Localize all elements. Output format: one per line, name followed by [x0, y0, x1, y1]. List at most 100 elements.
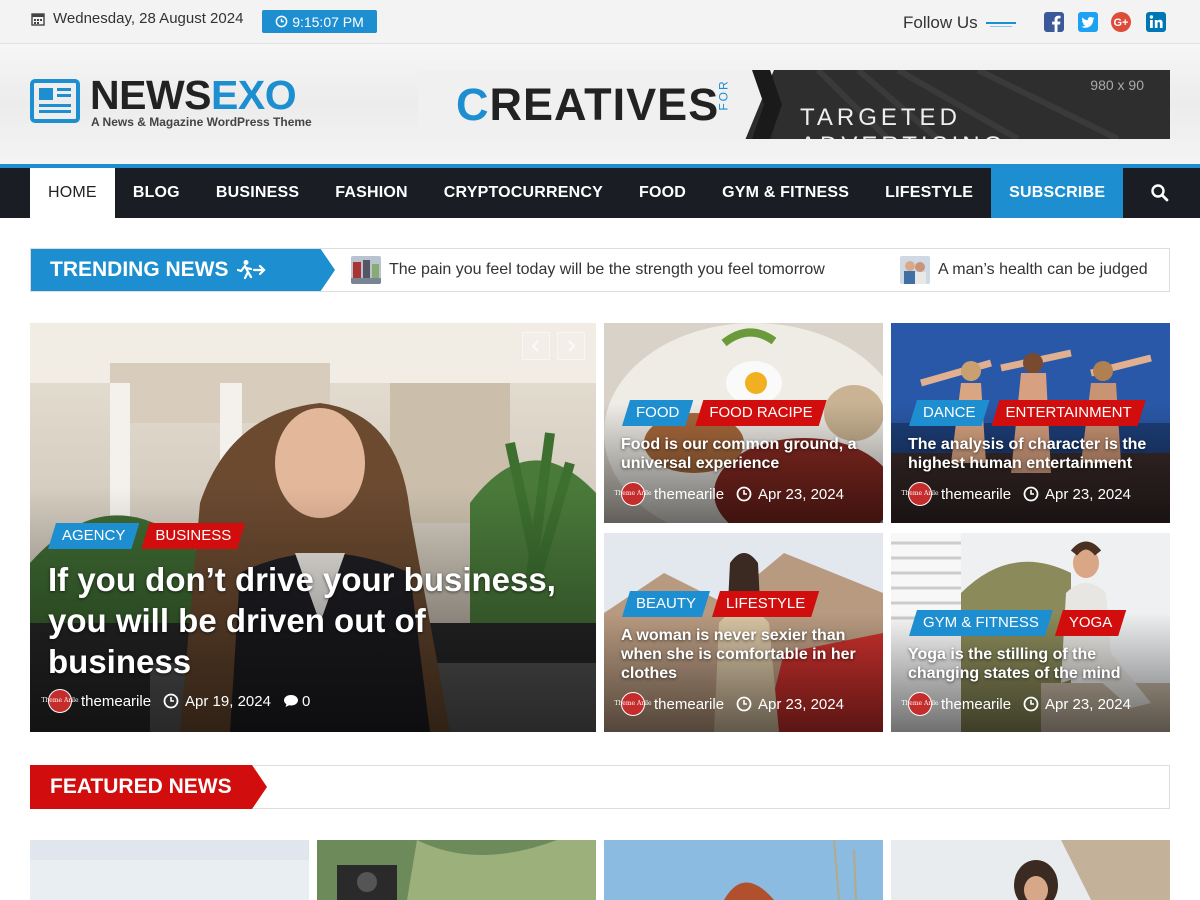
tag-yoga[interactable]: YOGA	[1055, 610, 1126, 636]
card-title[interactable]: Food is our common ground, a universal e…	[621, 435, 871, 473]
tag-dance[interactable]: DANCE	[909, 400, 990, 426]
author-name[interactable]: themearile	[941, 696, 1011, 713]
slider-prev-button[interactable]	[522, 332, 550, 360]
nav-fashion[interactable]: FASHION	[317, 168, 426, 218]
post-date: Apr 19, 2024	[185, 692, 271, 710]
chevron-left-icon	[531, 340, 539, 352]
ad-tagline: TARGETED ADVERTISING	[800, 104, 1002, 139]
tag-food[interactable]: FOOD	[622, 400, 693, 426]
featured-thumbnail[interactable]	[317, 840, 596, 900]
comment-icon	[283, 695, 298, 707]
newspaper-icon	[30, 79, 80, 123]
post-card-food[interactable]: FOOD FOOD RACIPE Food is our common grou…	[604, 323, 883, 523]
featured-thumbnail[interactable]	[30, 840, 309, 900]
facebook-icon[interactable]	[1043, 11, 1065, 33]
author-avatar[interactable]: Theme Arile	[41, 689, 79, 713]
trending-label: TRENDING NEWS	[31, 249, 335, 291]
card-title[interactable]: Yoga is the stilling of the changing sta…	[908, 645, 1158, 683]
post-date: Apr 23, 2024	[758, 485, 844, 503]
trending-item-text: A man’s health can be judged	[938, 261, 1148, 278]
top-bar: Wednesday, 28 August 2024 9:15:07 PM Fol…	[0, 0, 1200, 44]
clock-icon	[275, 15, 288, 28]
author-avatar[interactable]: Theme Arile	[901, 692, 939, 716]
clock-icon	[1023, 696, 1039, 712]
main-navigation: HOME BLOG BUSINESS FASHION CRYPTOCURRENC…	[0, 168, 1200, 218]
trending-ticker: TRENDING NEWS The pain you feel today wi…	[30, 248, 1170, 292]
author-name[interactable]: themearile	[654, 696, 724, 713]
nav-blog[interactable]: BLOG	[115, 168, 198, 218]
ad-headline: CREATIVES	[456, 79, 719, 131]
author-avatar[interactable]: Theme Arile	[614, 482, 652, 506]
trending-item-text: The pain you feel today will be the stre…	[389, 261, 825, 278]
card-meta: Theme Arile themearile Apr 23, 2024	[901, 482, 1131, 506]
nav-lifestyle[interactable]: LIFESTYLE	[867, 168, 991, 218]
current-time: 9:15:07 PM	[292, 13, 364, 30]
clock-icon	[1023, 486, 1039, 502]
logo-word-exo: EXO	[211, 72, 297, 118]
card-tags: BEAUTY LIFESTYLE	[622, 591, 821, 617]
nav-gym-fitness[interactable]: GYM & FITNESS	[704, 168, 867, 218]
tag-agency[interactable]: AGENCY	[48, 523, 139, 549]
card-meta: Theme Arile themearile Apr 23, 2024	[614, 692, 844, 716]
trending-item[interactable]: A man’s health can be judged	[900, 256, 1148, 284]
follow-us-label: Follow Us	[903, 13, 978, 32]
tag-food-racipe[interactable]: FOOD RACIPE	[695, 400, 826, 426]
nav-home[interactable]: HOME	[30, 168, 115, 218]
trending-thumbnail	[900, 256, 930, 284]
linkedin-icon[interactable]	[1145, 11, 1167, 33]
clock-icon	[163, 693, 179, 709]
card-tags: FOOD FOOD RACIPE	[622, 400, 829, 426]
post-date: Apr 23, 2024	[758, 695, 844, 713]
post-card-beauty[interactable]: BEAUTY LIFESTYLE A woman is never sexier…	[604, 533, 883, 732]
twitter-icon[interactable]	[1077, 11, 1099, 33]
card-meta: Theme Arile themearile Apr 23, 2024	[901, 692, 1131, 716]
header-advertisement[interactable]: CREATIVES FOR 980 x 90 TARGETED ADVERTIS…	[418, 70, 1170, 139]
post-card-yoga[interactable]: GYM & FITNESS YOGA Yoga is the stilling …	[891, 533, 1170, 732]
slider-next-button[interactable]	[557, 332, 585, 360]
nav-business[interactable]: BUSINESS	[198, 168, 317, 218]
svg-text:G+: G+	[1114, 17, 1129, 29]
featured-news-section: FEATURED NEWS	[30, 765, 1170, 809]
nav-food[interactable]: FOOD	[621, 168, 704, 218]
follow-divider	[986, 22, 1016, 27]
post-date: Apr 23, 2024	[1045, 695, 1131, 713]
author-name[interactable]: themearile	[81, 693, 151, 710]
card-title[interactable]: A woman is never sexier than when she is…	[621, 626, 871, 683]
featured-title: FEATURED NEWS	[50, 775, 232, 798]
chevron-right-icon	[568, 340, 576, 352]
card-tags: DANCE ENTERTAINMENT	[909, 400, 1148, 426]
post-card-dance[interactable]: DANCE ENTERTAINMENT The analysis of char…	[891, 323, 1170, 523]
date-display: Wednesday, 28 August 2024	[31, 10, 243, 27]
running-person-icon	[236, 260, 266, 280]
featured-thumbnail[interactable]	[891, 840, 1170, 900]
author-avatar[interactable]: Theme Arile	[901, 482, 939, 506]
trending-item[interactable]: The pain you feel today will be the stre…	[351, 256, 825, 284]
nav-cryptocurrency[interactable]: CRYPTOCURRENCY	[426, 168, 621, 218]
featured-label: FEATURED NEWS	[30, 765, 267, 809]
hero-meta: Theme Arile themearile Apr 19, 2024 0	[41, 689, 310, 713]
clock-icon	[736, 696, 752, 712]
tag-business[interactable]: BUSINESS	[141, 523, 245, 549]
tag-beauty[interactable]: BEAUTY	[622, 591, 710, 617]
calendar-icon	[31, 12, 45, 26]
card-title[interactable]: The analysis of character is the highest…	[908, 435, 1163, 473]
tag-gym-fitness[interactable]: GYM & FITNESS	[909, 610, 1053, 636]
author-avatar[interactable]: Theme Arile	[614, 692, 652, 716]
tag-entertainment[interactable]: ENTERTAINMENT	[992, 400, 1146, 426]
google-plus-icon[interactable]: G+	[1110, 11, 1132, 33]
current-date: Wednesday, 28 August 2024	[53, 10, 244, 27]
hero-title[interactable]: If you don’t drive your business, you wi…	[48, 559, 558, 682]
hero-tags: AGENCY BUSINESS	[48, 523, 247, 549]
search-icon[interactable]	[1150, 183, 1170, 203]
ad-headline-rest: REATIVES	[489, 79, 720, 130]
featured-thumbnail[interactable]	[604, 840, 883, 900]
ad-size-label: 980 x 90	[1090, 77, 1144, 93]
hero-post-card[interactable]: AGENCY BUSINESS If you don’t drive your …	[30, 323, 596, 732]
nav-subscribe[interactable]: SUBSCRIBE	[991, 168, 1124, 218]
comment-count[interactable]: 0	[302, 693, 310, 710]
author-name[interactable]: themearile	[941, 486, 1011, 503]
ad-for-label: FOR	[716, 79, 731, 111]
tag-lifestyle[interactable]: LIFESTYLE	[712, 591, 819, 617]
logo-wordmark: NEWSEXO	[90, 72, 297, 119]
author-name[interactable]: themearile	[654, 486, 724, 503]
